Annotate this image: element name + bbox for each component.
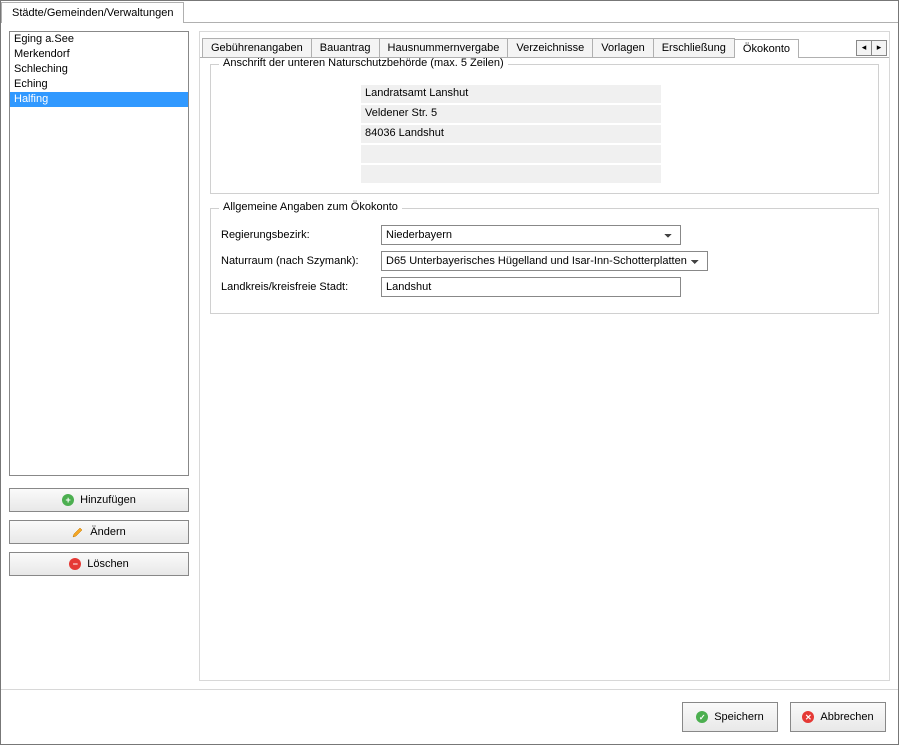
plus-icon	[62, 494, 74, 506]
add-button-label: Hinzufügen	[80, 494, 136, 506]
inner-tab[interactable]: Gebührenangaben	[202, 38, 312, 57]
inner-tab[interactable]: Hausnummernvergabe	[379, 38, 509, 57]
minus-icon	[69, 558, 81, 570]
top-tab-staedte[interactable]: Städte/Gemeinden/Verwaltungen	[1, 2, 184, 23]
footer: Speichern Abbrechen	[1, 689, 898, 744]
add-button[interactable]: Hinzufügen	[9, 488, 189, 512]
listbox-item[interactable]: Schleching	[10, 62, 188, 77]
label-regierungsbezirk: Regierungsbezirk:	[221, 229, 381, 241]
label-landkreis: Landkreis/kreisfreie Stadt:	[221, 281, 381, 293]
cancel-button-label: Abbrechen	[820, 711, 873, 723]
top-tabrow: Städte/Gemeinden/Verwaltungen	[1, 1, 898, 23]
tab-nav: ◂ ▸	[857, 40, 887, 56]
address-line	[361, 165, 661, 183]
left-column: Eging a.SeeMerkendorfSchlechingEchingHal…	[9, 31, 189, 681]
listbox-item[interactable]: Halfing	[10, 92, 188, 107]
row-landkreis: Landkreis/kreisfreie Stadt:	[221, 277, 868, 297]
row-naturraum: Naturraum (nach Szymank): D65 Unterbayer…	[221, 251, 868, 271]
inner-tabrow: GebührenangabenBauantragHausnummernverga…	[200, 32, 889, 58]
check-icon	[696, 711, 708, 723]
inner-tab[interactable]: Bauantrag	[311, 38, 380, 57]
edit-button-label: Ändern	[90, 526, 125, 538]
save-button[interactable]: Speichern	[682, 702, 778, 732]
edit-button[interactable]: Ändern	[9, 520, 189, 544]
tab-nav-left[interactable]: ◂	[856, 40, 872, 56]
listbox-item[interactable]: Merkendorf	[10, 47, 188, 62]
inner-tab[interactable]: Erschließung	[653, 38, 735, 57]
address-line: Landratsamt Lanshut	[361, 85, 661, 103]
pencil-icon	[72, 526, 84, 538]
general-groupbox: Allgemeine Angaben zum Ökokonto Regierun…	[210, 208, 879, 314]
address-lines: Landratsamt Lanshut Veldener Str. 5 84036 …	[361, 85, 868, 183]
right-panel: GebührenangabenBauantragHausnummernverga…	[199, 31, 890, 681]
tab-nav-right[interactable]: ▸	[871, 40, 887, 56]
save-button-label: Speichern	[714, 711, 764, 723]
x-icon	[802, 711, 814, 723]
address-group-title: Anschrift der unteren Naturschutzbehörde…	[219, 58, 508, 69]
municipality-listbox[interactable]: Eging a.SeeMerkendorfSchlechingEchingHal…	[9, 31, 189, 476]
side-buttons: Hinzufügen Ändern Löschen	[9, 488, 189, 576]
address-line	[361, 145, 661, 163]
address-line: 84036 Landshut	[361, 125, 661, 143]
cancel-button[interactable]: Abbrechen	[790, 702, 886, 732]
general-group-title: Allgemeine Angaben zum Ökokonto	[219, 201, 402, 213]
inner-tab[interactable]: Ökokonto	[734, 39, 799, 58]
tab-content: Anschrift der unteren Naturschutzbehörde…	[200, 58, 889, 680]
delete-button[interactable]: Löschen	[9, 552, 189, 576]
select-regierungsbezirk[interactable]: Niederbayern	[381, 225, 681, 245]
listbox-item[interactable]: Eging a.See	[10, 32, 188, 47]
main-window: Städte/Gemeinden/Verwaltungen Eging a.Se…	[0, 0, 899, 745]
row-regierungsbezirk: Regierungsbezirk: Niederbayern	[221, 225, 868, 245]
main-area: Eging a.SeeMerkendorfSchlechingEchingHal…	[1, 23, 898, 689]
select-naturraum[interactable]: D65 Unterbayerisches Hügelland und Isar-…	[381, 251, 708, 271]
listbox-item[interactable]: Eching	[10, 77, 188, 92]
delete-button-label: Löschen	[87, 558, 129, 570]
label-naturraum: Naturraum (nach Szymank):	[221, 255, 381, 267]
inner-tab[interactable]: Verzeichnisse	[507, 38, 593, 57]
inner-tab[interactable]: Vorlagen	[592, 38, 653, 57]
address-line: Veldener Str. 5	[361, 105, 661, 123]
input-landkreis[interactable]	[381, 277, 681, 297]
address-groupbox: Anschrift der unteren Naturschutzbehörde…	[210, 64, 879, 194]
